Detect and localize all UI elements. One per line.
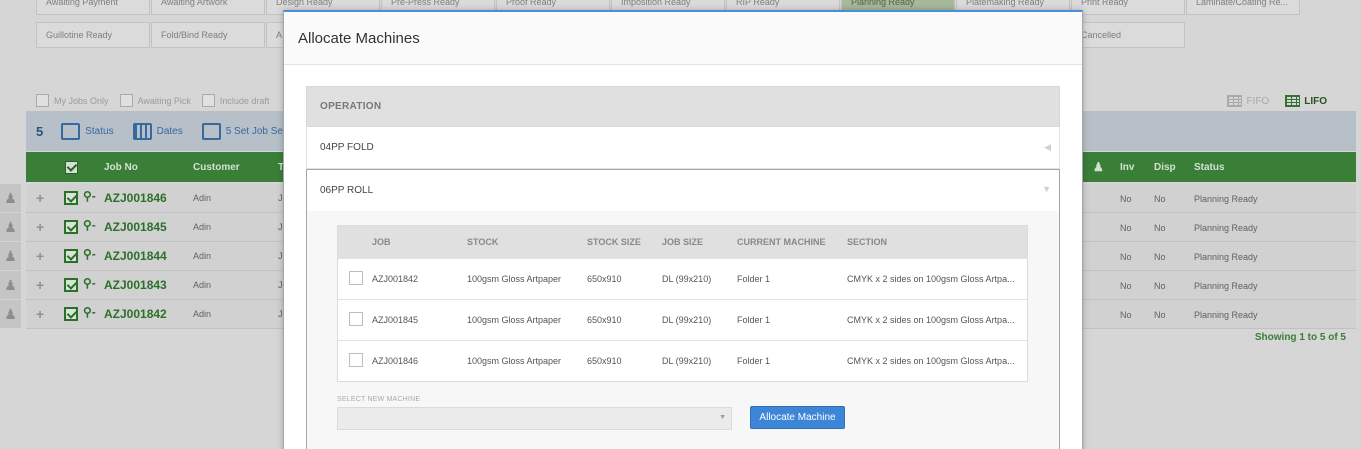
- select-machine-dropdown[interactable]: ▼: [337, 407, 732, 430]
- col-section: SECTION: [847, 237, 888, 247]
- modal-title: Allocate Machines: [298, 29, 420, 47]
- stock-size: 650x910: [587, 356, 622, 366]
- stock: 100gsm Gloss Artpaper: [467, 315, 562, 325]
- table-row[interactable]: AZJ001846 100gsm Gloss Artpaper 650x910 …: [338, 340, 1027, 381]
- operation-label: 04PP FOLD: [320, 142, 374, 153]
- row-checkbox[interactable]: [349, 353, 363, 367]
- chevron-down-icon: ▼: [1042, 184, 1051, 194]
- job-size: DL (99x210): [662, 356, 712, 366]
- job: AZJ001846: [372, 356, 419, 366]
- stock: 100gsm Gloss Artpaper: [467, 356, 562, 366]
- col-stock: STOCK: [467, 237, 499, 247]
- operation-06pp-roll-header[interactable]: 06PP ROLL ▼: [307, 170, 1059, 211]
- table-row[interactable]: AZJ001842 100gsm Gloss Artpaper 650x910 …: [338, 258, 1027, 299]
- section: CMYK x 2 sides on 100gsm Gloss Artpa...: [847, 356, 1015, 366]
- operation-jobs-table: JOB STOCK STOCK SIZE JOB SIZE CURRENT MA…: [337, 225, 1028, 382]
- section: CMYK x 2 sides on 100gsm Gloss Artpa...: [847, 315, 1015, 325]
- select-machine-label: SELECT NEW MACHINE: [337, 396, 421, 403]
- operation-label: 06PP ROLL: [320, 185, 374, 196]
- stock-size: 650x910: [587, 315, 622, 325]
- chevron-down-icon: ▼: [719, 414, 726, 421]
- col-job: JOB: [372, 237, 391, 247]
- job-size: DL (99x210): [662, 274, 712, 284]
- current-machine: Folder 1: [737, 315, 771, 325]
- row-checkbox[interactable]: [349, 271, 363, 285]
- operation-header: OPERATION: [306, 86, 1060, 127]
- modal-header: Allocate Machines: [284, 12, 1082, 65]
- operation-jobs-header: JOB STOCK STOCK SIZE JOB SIZE CURRENT MA…: [338, 226, 1027, 258]
- col-job-size: JOB SIZE: [662, 237, 704, 247]
- chevron-left-icon: ◀: [1044, 142, 1051, 152]
- operation-04pp-fold[interactable]: 04PP FOLD ◀: [306, 127, 1060, 169]
- allocate-machine-button[interactable]: Allocate Machine: [750, 406, 845, 429]
- job: AZJ001842: [372, 274, 419, 284]
- allocate-machines-modal: Allocate Machines OPERATION 04PP FOLD ◀ …: [283, 10, 1083, 449]
- col-current-machine: CURRENT MACHINE: [737, 237, 826, 247]
- job-size: DL (99x210): [662, 315, 712, 325]
- section: CMYK x 2 sides on 100gsm Gloss Artpa...: [847, 274, 1015, 284]
- current-machine: Folder 1: [737, 356, 771, 366]
- row-checkbox[interactable]: [349, 312, 363, 326]
- stock-size: 650x910: [587, 274, 622, 284]
- table-row[interactable]: AZJ001845 100gsm Gloss Artpaper 650x910 …: [338, 299, 1027, 340]
- col-stock-size: STOCK SIZE: [587, 237, 641, 247]
- operation-06pp-roll: 06PP ROLL ▼ JOB STOCK STOCK SIZE JOB SIZ…: [306, 169, 1060, 449]
- current-machine: Folder 1: [737, 274, 771, 284]
- modal-body: OPERATION 04PP FOLD ◀ 06PP ROLL ▼ JOB ST…: [306, 86, 1060, 449]
- stock: 100gsm Gloss Artpaper: [467, 274, 562, 284]
- job: AZJ001845: [372, 315, 419, 325]
